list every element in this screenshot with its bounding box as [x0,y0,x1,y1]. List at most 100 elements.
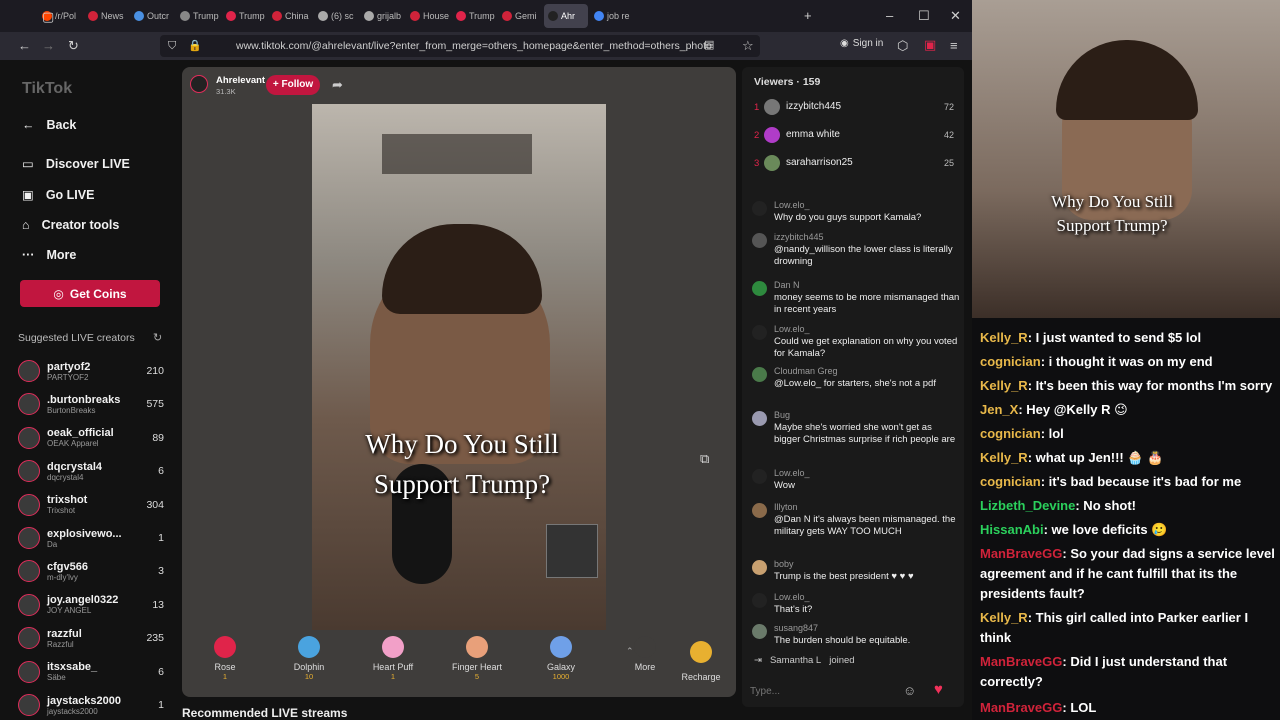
host-avatar[interactable] [190,75,208,93]
browser-tab[interactable]: (6) sc [314,4,358,28]
chat-username[interactable]: boby [774,558,960,571]
chat-username[interactable]: Bug [774,409,960,422]
suggested-creator[interactable]: jaystacks2000 jaystacks2000 1 [18,690,164,720]
close-window-icon[interactable]: ✕ [950,9,961,22]
avatar[interactable] [752,281,767,296]
chat-username[interactable]: susang847 [774,622,960,635]
suggested-creator[interactable]: partyof2 PARTYOF2 210 [18,356,164,386]
avatar [18,460,40,483]
avatar[interactable] [752,624,767,639]
suggested-creator[interactable]: explosivewo... Da 1 [18,523,164,553]
avatar[interactable] [752,593,767,608]
follow-button[interactable]: + Follow [266,75,320,95]
avatar[interactable] [752,201,767,216]
extension-badge-icon[interactable]: ▣ [924,38,936,51]
suggested-creator[interactable]: itsxsabe_ Säbe 6 [18,657,164,687]
new-tab-icon[interactable]: + [804,9,812,22]
suggested-creator[interactable]: oeak_official OEAK Apparel 89 [18,423,164,453]
share-icon[interactable]: ➦ [332,77,343,93]
gift-item[interactable]: Dolphin 10 [279,636,339,681]
browser-tab[interactable]: China [268,4,312,28]
menu-icon[interactable]: ≡ [950,39,958,52]
recharge-button[interactable]: Recharge [668,635,734,689]
viewer-score: 42 [943,130,954,140]
forward-arrow-icon[interactable]: → [42,39,55,52]
nav-discover-live[interactable]: ▭ Discover LIVE [22,156,130,172]
shield-icon[interactable]: ⛉ [168,41,176,52]
suggested-creator[interactable]: razzful Razzful 235 [18,623,164,653]
sign-in-button[interactable]: ◉ Sign in [840,38,883,49]
emoji-icon[interactable]: ☺ [903,683,916,698]
top-viewer-row[interactable]: 2 emma white 42 [742,127,964,147]
bookmark-star-icon[interactable]: ☆ [742,39,754,52]
chat-text: Why do you guys support Kamala? [774,211,922,223]
browser-tab[interactable]: Trump [222,4,266,28]
minimize-icon[interactable]: – [886,9,893,22]
chat-username[interactable]: izzybitch445 [774,231,960,244]
browser-tab[interactable]: House [406,4,450,28]
tiktok-logo[interactable]: TikTok [22,80,72,98]
gift-item[interactable]: Galaxy 1000 [531,636,591,681]
chat-username[interactable]: Low.elo_ [774,323,960,336]
lock-icon[interactable]: 🔒 [188,41,202,52]
refresh-icon[interactable]: ↻ [153,331,162,344]
suggested-creator[interactable]: trixshot Trixshot 304 [18,490,164,520]
gift-item[interactable]: Rose 1 [195,636,255,681]
browser-tab[interactable]: Trump [176,4,220,28]
tab-overview-icon[interactable]: ▢ [42,10,54,23]
chat-username[interactable]: Low.elo_ [774,591,960,604]
gift-item[interactable]: Heart Puff 1 [363,636,423,681]
nav-go-live[interactable]: ▣ Go LIVE [22,187,94,203]
avatar[interactable] [752,325,767,340]
gift-name: Rose [214,662,236,672]
tiktok-sidebar: TikTok ← Back ▭ Discover LIVE ▣ Go LIVE … [0,60,176,720]
reload-icon[interactable]: ↻ [68,39,79,52]
browser-tab[interactable]: job re [590,4,634,28]
chat-username[interactable]: Low.elo_ [774,199,960,212]
back-arrow-icon[interactable]: ← [18,39,31,52]
avatar[interactable] [752,503,767,518]
address-bar[interactable]: www.tiktok.com/@ahrelevant/live?enter_fr… [160,35,760,57]
viewers-title[interactable]: Viewers · 159 [754,76,820,88]
chevron-up-icon[interactable]: ⌃ [626,646,634,657]
browser-tab[interactable]: Outcr [130,4,174,28]
browser-tab[interactable]: Trump [452,4,496,28]
chat-username[interactable]: Low.elo_ [774,467,960,480]
viewer-score: 25 [943,158,954,168]
suggested-creator[interactable]: .burtonbreaks BurtonBreaks 575 [18,389,164,419]
browser-tab[interactable]: Gemi [498,4,542,28]
avatar[interactable] [752,411,767,426]
avatar[interactable] [752,233,767,248]
reader-icon[interactable]: ▤ [704,40,714,51]
browser-tab[interactable]: Ahr [544,4,588,28]
avatar[interactable] [752,560,767,575]
host-name[interactable]: Ahrelevant [216,75,265,86]
nav-more[interactable]: ··· More [22,248,76,262]
suggested-creator[interactable]: cfgv566 m-dly'lvy 3 [18,556,164,586]
suggested-creator[interactable]: dqcrystal4 dqcrystal4 6 [18,456,164,486]
chat-username[interactable]: Dan N [774,279,960,292]
creator-subname: PARTYOF2 [47,372,89,382]
avatar[interactable] [752,367,767,382]
video-player[interactable] [312,104,606,630]
maximize-icon[interactable]: ☐ [918,9,930,22]
gift-item[interactable]: Finger Heart 5 [447,636,507,681]
extensions-icon[interactable]: ⬡ [897,39,908,52]
avatar[interactable] [752,469,767,484]
guest-thumbnail[interactable] [546,524,598,578]
browser-tab[interactable]: News [84,4,128,28]
browser-tab[interactable]: grijalb [360,4,404,28]
creator-name: dqcrystal4 [47,460,103,473]
top-viewer-row[interactable]: 1 izzybitch445 72 [742,99,964,119]
top-viewer-row[interactable]: 3 saraharrison25 25 [742,155,964,175]
chat-input[interactable] [750,681,900,701]
get-coins-button[interactable]: ◎ Get Coins [20,280,160,307]
heart-icon[interactable]: ♥ [934,681,943,698]
chat-username[interactable]: Illyton [774,501,960,514]
gift-item[interactable]: More [615,636,675,672]
nav-creator-tools[interactable]: ⌂ Creator tools [22,218,119,232]
back-link[interactable]: ← Back [22,118,76,132]
suggested-creator[interactable]: joy.angel0322 JOY ANGEL 13 [18,590,164,620]
picture-in-picture-icon[interactable]: ⧉ [700,451,709,467]
chat-username[interactable]: Cloudman Greg [774,365,960,378]
